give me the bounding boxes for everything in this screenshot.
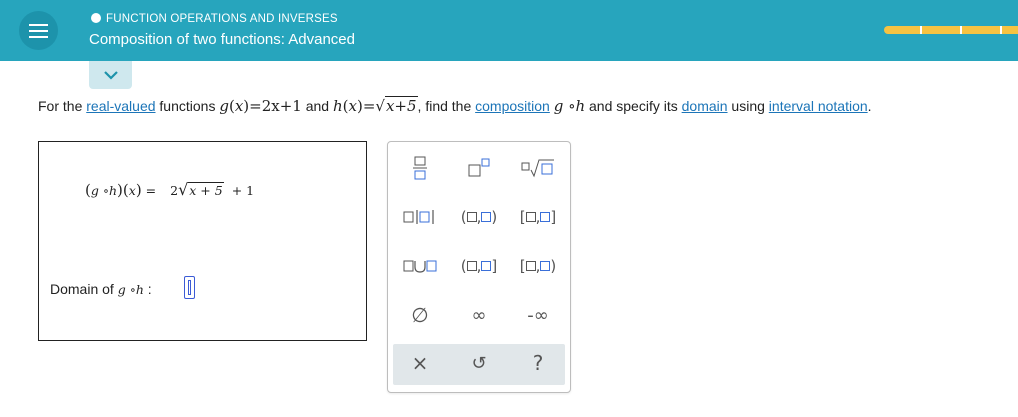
question-text: For the real-valued functions g(x)=2x+1 … <box>38 96 872 115</box>
negative-infinity-key[interactable]: -∞ <box>512 299 564 331</box>
absolute-value-key[interactable] <box>394 201 446 233</box>
union-key[interactable] <box>394 250 446 282</box>
composition-answer[interactable]: (g ∘h)(x) = 2√x + 5 + 1 <box>85 180 254 199</box>
undo-button[interactable]: ↺ <box>453 347 505 379</box>
chevron-down-icon <box>104 71 118 80</box>
progress-bar <box>884 26 1018 34</box>
hamburger-icon <box>29 24 48 26</box>
help-button[interactable]: ? <box>512 347 564 379</box>
link-real-valued[interactable]: real-valued <box>86 98 155 114</box>
page-title: Composition of two functions: Advanced <box>89 31 355 48</box>
link-interval-notation[interactable]: interval notation <box>769 98 868 114</box>
topic-label: FUNCTION OPERATIONS AND INVERSES <box>91 13 338 25</box>
closed-interval-key[interactable]: [,] <box>512 201 564 233</box>
empty-set-key[interactable]: ∅ <box>394 299 446 331</box>
answer-box <box>38 141 367 341</box>
nth-root-key[interactable] <box>512 152 564 184</box>
exponent-icon <box>468 158 490 177</box>
open-interval-key[interactable]: (,) <box>453 201 505 233</box>
fraction-icon <box>413 156 427 180</box>
left-open-interval-key[interactable]: (,] <box>453 250 505 282</box>
menu-button[interactable] <box>19 11 58 50</box>
clear-button[interactable]: × <box>394 347 446 379</box>
fraction-key[interactable] <box>394 152 446 184</box>
math-keypad: (,) [,] (,] [,) ∅ ∞ -∞ × ↺ ? <box>387 141 571 393</box>
link-composition[interactable]: composition <box>475 98 550 114</box>
header-bar: FUNCTION OPERATIONS AND INVERSES Composi… <box>0 0 1018 61</box>
nth-root-icon <box>521 159 554 178</box>
link-domain[interactable]: domain <box>682 98 728 114</box>
exponent-key[interactable] <box>453 152 505 184</box>
g-definition: g(x)=2x+1 <box>219 97 302 115</box>
union-icon <box>403 260 437 273</box>
collapse-header-button[interactable] <box>89 61 132 89</box>
right-open-interval-key[interactable]: [,) <box>512 250 564 282</box>
h-definition: h(x)=√x+5 <box>332 96 418 115</box>
infinity-key[interactable]: ∞ <box>453 299 505 331</box>
domain-label: Domain of g ∘h : <box>50 281 152 297</box>
topic-dot-icon <box>91 13 101 23</box>
domain-input[interactable] <box>184 276 195 299</box>
absolute-value-icon <box>403 210 434 224</box>
g-circ-h: g ∘h <box>553 97 586 115</box>
